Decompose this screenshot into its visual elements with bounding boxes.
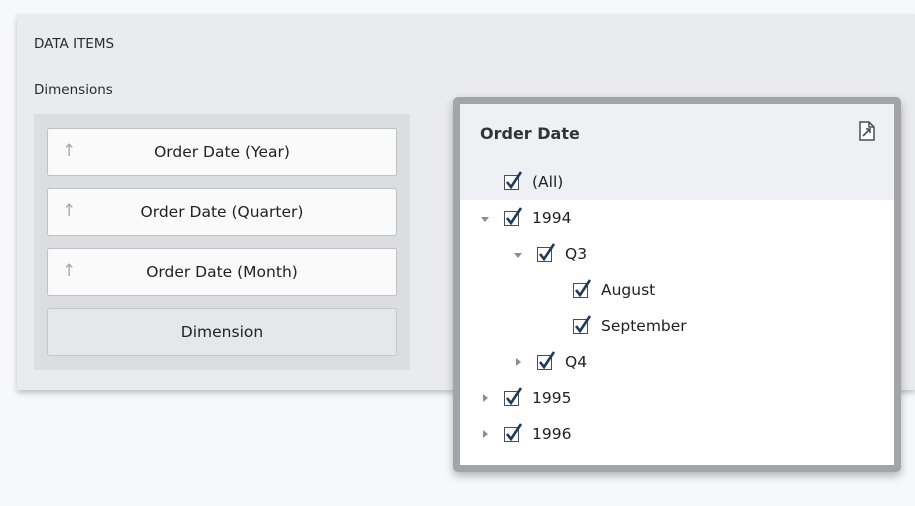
expanded-arrow-icon[interactable] (513, 250, 523, 260)
checkbox-checked-icon[interactable] (504, 171, 524, 191)
checkbox-checked-icon[interactable] (573, 279, 593, 299)
dimension-label: Order Date (Month) (146, 263, 298, 281)
checkbox-checked-icon[interactable] (537, 351, 557, 371)
dimension-placeholder[interactable]: Dimension (47, 308, 397, 356)
filter-popup-body: Order Date (All) 1994 Q3 August Septembe… (460, 104, 894, 465)
tree-label: Q3 (565, 245, 588, 263)
tree-row-1995[interactable]: 1995 (460, 380, 894, 416)
dimension-order-date-year-button[interactable]: ↑ Order Date (Year) (47, 128, 397, 176)
sort-ascending-arrow-icon[interactable]: ↑ (62, 201, 76, 221)
collapsed-arrow-icon[interactable] (480, 393, 490, 403)
tree-label: 1996 (532, 425, 572, 443)
dimensions-label: Dimensions (34, 82, 113, 98)
tree-row-august[interactable]: August (460, 272, 894, 308)
checkbox-checked-icon[interactable] (573, 315, 593, 335)
sort-ascending-arrow-icon[interactable]: ↑ (62, 141, 76, 161)
tree-row-september[interactable]: September (460, 308, 894, 344)
dimension-label: Order Date (Quarter) (140, 203, 304, 221)
sort-ascending-arrow-icon[interactable]: ↑ (62, 261, 76, 281)
tree-label: 1995 (532, 389, 572, 407)
export-icon[interactable] (856, 120, 878, 142)
checkbox-checked-icon[interactable] (537, 243, 557, 263)
section-title: DATA ITEMS (34, 36, 115, 52)
dimension-label: Order Date (Year) (154, 143, 290, 161)
checkbox-checked-icon[interactable] (504, 423, 524, 443)
tree-label: (All) (532, 173, 564, 191)
collapsed-arrow-icon[interactable] (513, 357, 523, 367)
tree-label: Q4 (565, 353, 588, 371)
tree-row-1996[interactable]: 1996 (460, 416, 894, 452)
collapsed-arrow-icon[interactable] (480, 429, 490, 439)
tree-label: 1994 (532, 209, 572, 227)
checkbox-checked-icon[interactable] (504, 207, 524, 227)
filter-popup: Order Date (All) 1994 Q3 August Septembe… (453, 97, 901, 472)
popup-header: Order Date (460, 104, 894, 164)
tree-label: September (601, 317, 687, 335)
dimension-order-date-quarter-button[interactable]: ↑ Order Date (Quarter) (47, 188, 397, 236)
placeholder-label: Dimension (180, 323, 264, 341)
tree-label: August (601, 281, 656, 299)
tree-row-all[interactable]: (All) (460, 164, 894, 200)
checkbox-checked-icon[interactable] (504, 387, 524, 407)
dimension-order-date-month-button[interactable]: ↑ Order Date (Month) (47, 248, 397, 296)
dimensions-area: ↑ Order Date (Year) ↑ Order Date (Quarte… (34, 114, 410, 370)
popup-title: Order Date (480, 124, 580, 143)
tree-row-q3[interactable]: Q3 (460, 236, 894, 272)
tree-row-1994[interactable]: 1994 (460, 200, 894, 236)
expanded-arrow-icon[interactable] (480, 214, 490, 224)
tree-row-q4[interactable]: Q4 (460, 344, 894, 380)
